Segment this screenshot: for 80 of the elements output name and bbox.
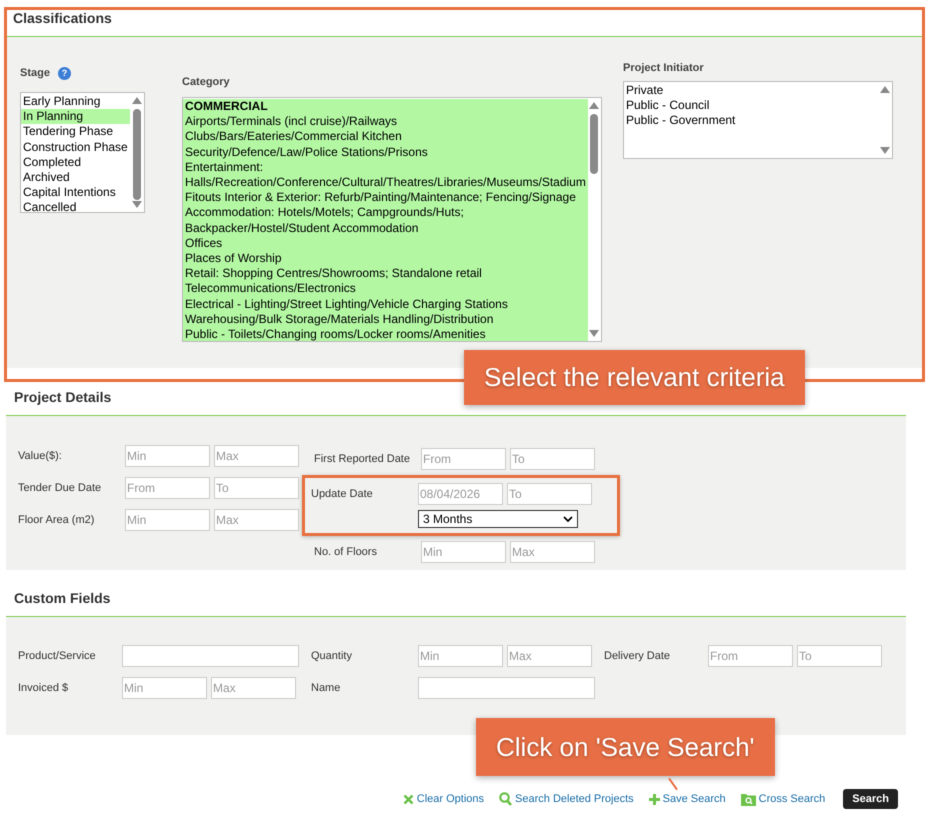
action-link[interactable]: Search Deleted Projects — [499, 792, 634, 806]
field-label: No. of Floors — [314, 546, 378, 558]
input-field[interactable]: Min — [125, 445, 210, 467]
initiator-option[interactable]: Public - Council — [624, 98, 878, 114]
scroll-up-icon[interactable] — [880, 86, 890, 93]
close-icon — [402, 794, 414, 804]
input-field[interactable]: To — [507, 483, 592, 505]
initiator-option[interactable]: Public - Government — [624, 113, 878, 129]
action-link[interactable]: Save Search — [648, 793, 726, 805]
field-label: Name — [311, 682, 342, 694]
input-field[interactable]: Max — [510, 541, 595, 563]
category-option[interactable]: Retail: Shopping Centres/Showrooms; Standalone retail — [183, 266, 588, 282]
input-field[interactable]: Min — [421, 541, 506, 563]
category-listbox[interactable] — [182, 97, 602, 342]
input-field[interactable]: Max — [211, 677, 296, 699]
category-option[interactable]: Entertainment: Halls/Recreation/Conference/Cultural/Theatres/Libraries/Museums/Stadium — [183, 160, 588, 190]
search-icon — [499, 792, 512, 806]
field-label: Value($): — [18, 450, 63, 462]
section-title: Classifications — [13, 10, 112, 26]
plus-icon — [648, 794, 660, 804]
stage-option[interactable]: Archived — [21, 170, 130, 186]
category-option[interactable]: Security/Defence/Law/Police Stations/Prisons — [183, 144, 588, 160]
initiator-option[interactable]: Private — [624, 83, 878, 98]
category-label: Category — [182, 76, 230, 88]
action-link[interactable]: Cross Search — [740, 792, 826, 806]
input-field[interactable]: To — [214, 477, 299, 499]
section-title: Custom Fields — [13, 590, 110, 606]
category-option[interactable]: Offices — [183, 236, 588, 252]
chevron-down-icon — [563, 516, 573, 522]
field-label: Product/Service — [18, 650, 97, 662]
input-field[interactable]: From — [125, 477, 210, 499]
input-field[interactable]: To — [510, 448, 595, 470]
input-field[interactable]: From — [421, 448, 506, 470]
stage-label: Stage — [20, 67, 50, 79]
field-label: Tender Due Date — [18, 482, 102, 494]
field-label: Delivery Date — [604, 650, 672, 662]
input-field[interactable]: To — [797, 645, 882, 667]
field-label: Quantity — [311, 650, 353, 662]
callout-banner: Select the relevant criteria — [464, 350, 805, 405]
input-field[interactable]: Max — [507, 645, 592, 667]
field-label: Update Date — [311, 488, 374, 500]
search-button[interactable]: Search — [843, 789, 898, 809]
section-title: Project Details — [13, 389, 112, 405]
category-option[interactable]: Airports/Terminals (incl cruise)/Railways — [183, 114, 588, 130]
input-field[interactable]: Min — [122, 677, 207, 699]
field-label: Invoiced $ — [18, 682, 70, 694]
category-option[interactable]: Fitouts Interior & Exterior: Refurb/Painting/Maintenance; Fencing/Signage — [183, 190, 588, 206]
stage-option[interactable]: Tendering Phase — [21, 124, 130, 140]
stage-option[interactable]: Cancelled — [21, 200, 130, 212]
input-field[interactable]: Min — [125, 509, 210, 531]
input-field[interactable]: Max — [214, 509, 299, 531]
project-initiator-label: Project Initiator — [623, 62, 704, 74]
field-label: Floor Area (m2) — [18, 514, 96, 526]
stage-option[interactable]: Capital Intentions — [21, 185, 130, 200]
stage-option[interactable]: Construction Phase — [21, 140, 130, 155]
category-option[interactable]: Electrical - Lighting/Street Lighting/Vehicle Charging Stations — [183, 296, 588, 312]
stage-option[interactable]: Completed — [21, 154, 130, 170]
category-option[interactable]: Accommodation: Hotels/Motels; Campgrounds/Huts; Backpacker/Hostel/Student Accommodation — [183, 205, 588, 236]
stage-listbox[interactable]: Early Planning In Planning Tendering Phase Construction Phase Completed Archived Capital Intentions Cancelled — [20, 92, 145, 213]
help-icon[interactable]: ? — [58, 66, 71, 80]
category-option[interactable]: Warehousing/Bulk Storage/Materials Handling/Distribution — [183, 312, 588, 328]
action-link[interactable]: Clear Options — [402, 793, 484, 805]
input-field[interactable]: Min — [418, 645, 503, 667]
scroll-down-icon[interactable] — [880, 147, 890, 154]
category-option[interactable]: Telecommunications/Electronics — [183, 281, 588, 297]
field-label: First Reported Date — [314, 453, 411, 465]
input-field[interactable]: Max — [214, 445, 299, 467]
folder-search-icon — [740, 792, 756, 806]
input-field[interactable] — [418, 677, 595, 699]
stage-option[interactable]: Early Planning — [21, 94, 130, 110]
category-option[interactable]: Places of Worship — [183, 251, 588, 266]
category-option[interactable]: Clubs/Bars/Eateries/Commercial Kitchen — [183, 129, 588, 145]
period-dropdown[interactable]: 3 Months — [418, 510, 578, 528]
callout-banner: Click on 'Save Search' — [476, 718, 774, 776]
stage-option[interactable]: In Planning — [21, 109, 130, 124]
input-field[interactable] — [122, 645, 299, 667]
category-option[interactable]: Public - Toilets/Changing rooms/Locker rooms/Amenities — [183, 327, 588, 341]
category-option[interactable]: COMMERCIAL — [183, 99, 588, 114]
project-initiator-listbox[interactable]: Private Public - Council Public - Government — [623, 81, 893, 159]
input-field[interactable]: From — [708, 645, 793, 667]
